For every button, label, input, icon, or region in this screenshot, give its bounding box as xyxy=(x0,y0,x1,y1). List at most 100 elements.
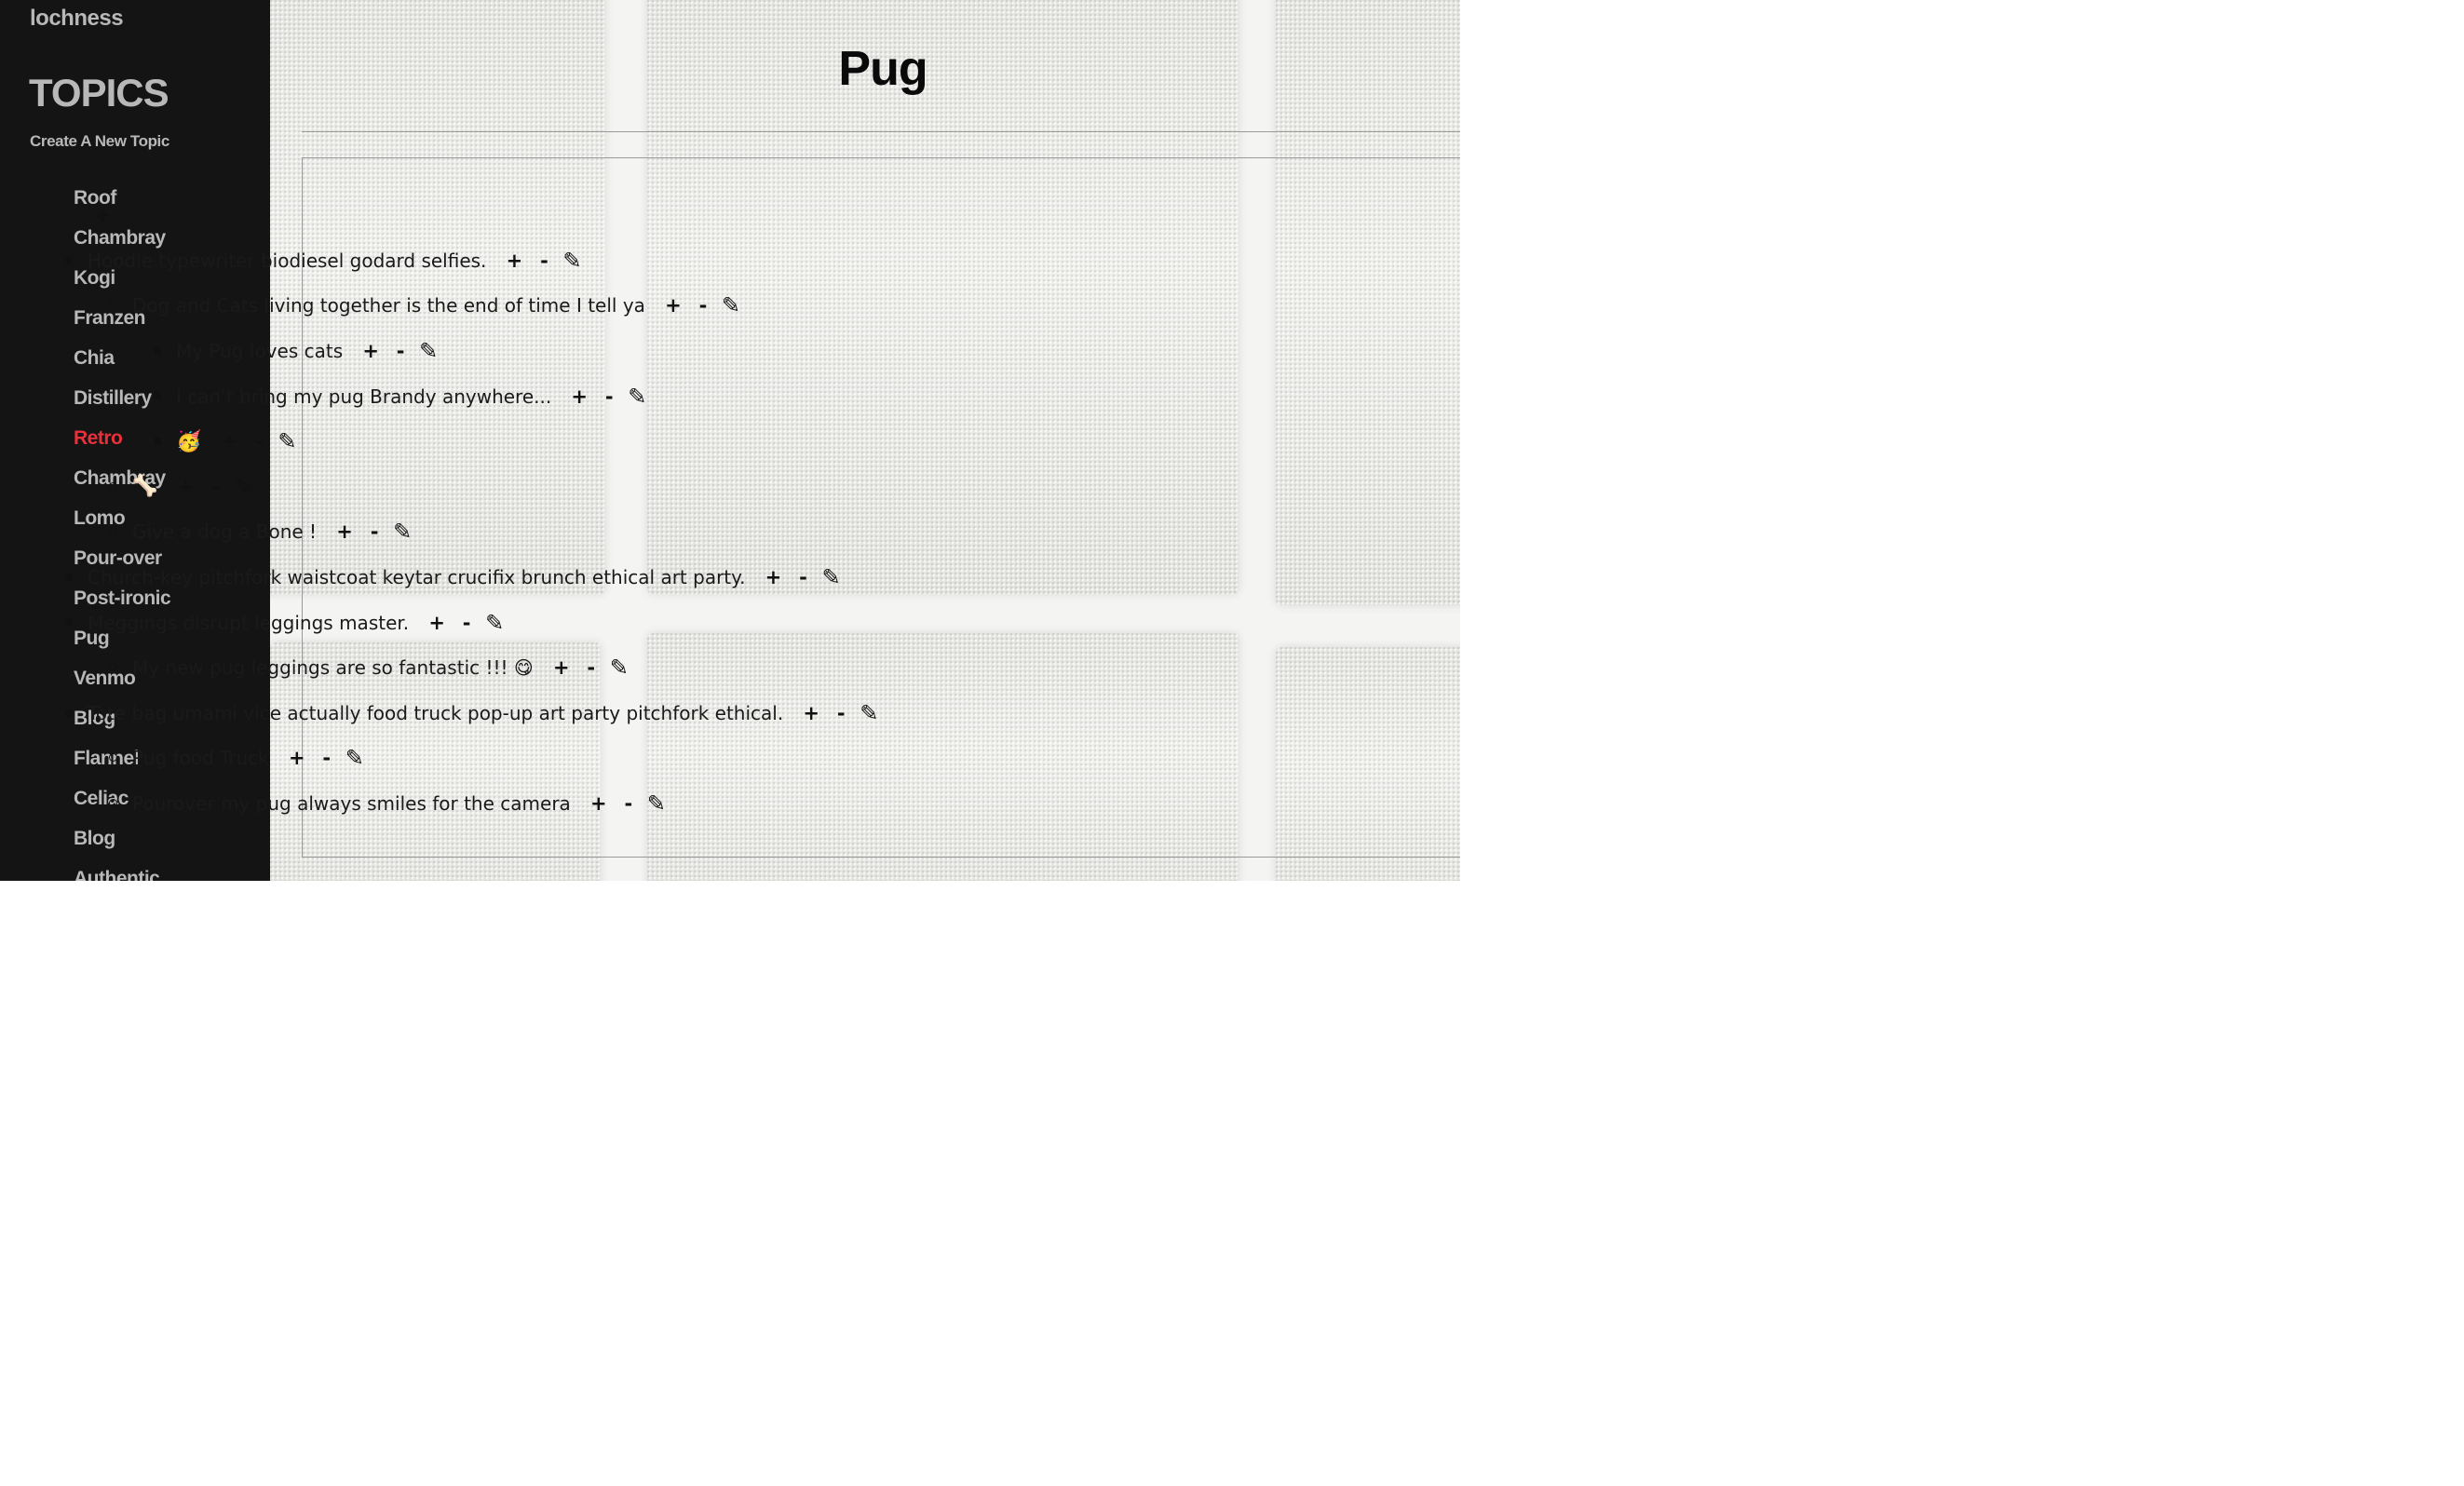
tree-item-row: My Pug loves cats + - ✎ xyxy=(88,329,878,374)
remove-item-button[interactable]: - xyxy=(788,566,818,588)
tree-item-text: Dog and Cats living together is the end … xyxy=(132,294,645,317)
edit-pencil-icon[interactable]: ✎ xyxy=(393,519,412,545)
sidebar-topic-link[interactable]: Blog xyxy=(74,828,115,849)
add-child-button[interactable]: + xyxy=(282,747,312,769)
remove-item-button[interactable]: - xyxy=(200,476,230,498)
circle-bullet-icon xyxy=(109,527,117,536)
tree-item-row: My new pug leggings are so fantastic !!!… xyxy=(88,645,878,691)
edit-pencil-icon[interactable]: ✎ xyxy=(821,564,840,590)
tree-item-row: Church-key pitchfork waistcoat keytar cr… xyxy=(65,555,878,601)
remove-item-button[interactable]: - xyxy=(529,250,559,272)
remove-item-button[interactable]: - xyxy=(576,656,606,679)
tree-sublist: Pug food Truck + - ✎ Pourover my pug always … xyxy=(88,736,878,826)
topics-heading: TOPICS xyxy=(29,71,169,115)
remove-item-button[interactable]: - xyxy=(386,340,415,362)
add-root-item-button[interactable]: + xyxy=(88,204,117,226)
tree-item: Pourover my pug always smiles for the ca… xyxy=(88,781,878,827)
square-bullet-icon xyxy=(154,346,161,355)
tree-item: Meggings disrupt leggings master. + - ✎ xyxy=(65,600,878,645)
tree-item-text: Hoodie typewriter biodiesel godard selfi… xyxy=(88,249,487,272)
tree-item-row: Meggings disrupt leggings master. + - ✎ xyxy=(65,600,878,645)
remove-item-button[interactable]: - xyxy=(826,702,856,724)
edit-pencil-icon[interactable]: ✎ xyxy=(485,610,504,636)
tree-item: Pug food Truck + - ✎ xyxy=(88,736,878,781)
add-child-button[interactable]: + xyxy=(356,340,386,362)
edit-pencil-icon[interactable]: ✎ xyxy=(628,384,646,410)
add-child-button[interactable]: + xyxy=(499,250,529,272)
tree-item-text: My new pug leggings are so fantastic !!!… xyxy=(132,656,534,680)
remove-item-button[interactable]: - xyxy=(244,430,274,453)
tree-item-text: I can't bring my pug Brandy anywhere... xyxy=(176,385,552,408)
tree-item-text: 🦴 xyxy=(132,475,158,499)
disc-bullet-icon xyxy=(65,709,73,717)
edit-pencil-icon[interactable]: ✎ xyxy=(234,474,252,500)
circle-bullet-icon xyxy=(109,481,117,491)
add-child-button[interactable]: + xyxy=(584,792,614,815)
add-child-button[interactable]: + xyxy=(547,656,576,679)
tree-item-row: Give a dog a Bone ! + - ✎ xyxy=(88,509,878,555)
edit-pencil-icon[interactable]: ✎ xyxy=(278,428,296,454)
add-child-button[interactable]: + xyxy=(330,520,359,543)
add-child-button[interactable]: + xyxy=(170,476,200,498)
tree-item: Hoodie typewriter biodiesel godard selfi… xyxy=(65,238,878,284)
tree-sublist: Dog and Cats living together is the end … xyxy=(88,283,878,555)
tree-item-text: Pug food Truck xyxy=(132,747,269,770)
tree-item-row: Tote bag umami vice actually food truck … xyxy=(65,691,878,736)
edit-pencil-icon[interactable]: ✎ xyxy=(345,745,364,771)
tree-item: Church-key pitchfork waistcoat keytar cr… xyxy=(65,555,878,601)
tree-item-row: Hoodie typewriter biodiesel godard selfi… xyxy=(65,238,878,284)
disc-bullet-icon xyxy=(65,256,73,264)
circle-bullet-icon xyxy=(109,301,117,310)
remove-item-button[interactable]: - xyxy=(688,294,718,317)
tree-item: My new pug leggings are so fantastic !!!… xyxy=(88,645,878,691)
tree-item-text: 🥳 xyxy=(176,429,202,453)
page-title: Pug xyxy=(838,42,927,96)
add-child-button[interactable]: + xyxy=(214,430,244,453)
add-child-button[interactable]: + xyxy=(422,612,452,634)
add-child-button[interactable]: + xyxy=(758,566,788,588)
tree-item: Tote bag umami vice actually food truck … xyxy=(65,691,878,736)
tree-item-text: Church-key pitchfork waistcoat keytar cr… xyxy=(88,566,746,589)
tree-item-text: Pourover my pug always smiles for the ca… xyxy=(132,792,571,816)
remove-item-button[interactable]: - xyxy=(452,612,481,634)
circle-bullet-icon xyxy=(109,753,117,763)
tree-item-row: Pourover my pug always smiles for the ca… xyxy=(88,781,878,827)
tree-item-row: Pug food Truck + - ✎ xyxy=(88,736,878,781)
add-child-button[interactable]: + xyxy=(658,294,688,317)
sidebar-topic-link[interactable]: Authentic xyxy=(74,868,160,881)
remove-item-button[interactable]: - xyxy=(594,385,624,408)
remove-item-button[interactable]: - xyxy=(359,520,389,543)
edit-pencil-icon[interactable]: ✎ xyxy=(562,248,581,274)
edit-pencil-icon[interactable]: ✎ xyxy=(419,338,438,364)
add-child-button[interactable]: + xyxy=(564,385,594,408)
tree-item: My Pug loves cats + - ✎ xyxy=(88,329,878,374)
square-bullet-icon xyxy=(154,392,161,400)
tree-sublist: My new pug leggings are so fantastic !!!… xyxy=(88,645,878,691)
create-topic-link[interactable]: Create A New Topic xyxy=(30,132,169,151)
tree-item: Dog and Cats living together is the end … xyxy=(88,283,878,329)
edit-pencil-icon[interactable]: ✎ xyxy=(647,790,666,817)
tree-item-text: My Pug loves cats xyxy=(176,340,344,363)
remove-item-button[interactable]: - xyxy=(614,792,643,815)
tree-item-row: I can't bring my pug Brandy anywhere... +… xyxy=(88,373,878,419)
tree-item-text: Meggings disrupt leggings master. xyxy=(88,611,410,634)
title-divider xyxy=(302,131,1460,132)
remove-item-button[interactable]: - xyxy=(312,747,342,769)
edit-pencil-icon[interactable]: ✎ xyxy=(610,655,629,681)
tree-item-text: Tote bag umami vice actually food truck … xyxy=(88,701,784,724)
tree-item-row: 🦴 + - ✎ xyxy=(88,465,878,510)
app-title[interactable]: lochness xyxy=(30,6,124,32)
edit-pencil-icon[interactable]: ✎ xyxy=(860,700,878,726)
circle-bullet-icon xyxy=(109,798,117,807)
root-add-row: + xyxy=(88,193,878,238)
disc-bullet-icon xyxy=(65,573,73,581)
tree-item: 🦴 + - ✎ xyxy=(88,465,878,510)
tree-item-row: Dog and Cats living together is the end … xyxy=(88,283,878,329)
add-child-button[interactable]: + xyxy=(796,702,826,724)
edit-pencil-icon[interactable]: ✎ xyxy=(722,292,740,318)
tree-item-row: 🥳 + - ✎ xyxy=(88,419,878,465)
tree-sublist: My Pug loves cats + - ✎ I can't bring my pug… xyxy=(88,329,878,465)
tree-item-text: Give a dog a Bone ! xyxy=(132,520,318,544)
square-bullet-icon xyxy=(154,437,161,445)
circle-bullet-icon xyxy=(109,662,117,671)
